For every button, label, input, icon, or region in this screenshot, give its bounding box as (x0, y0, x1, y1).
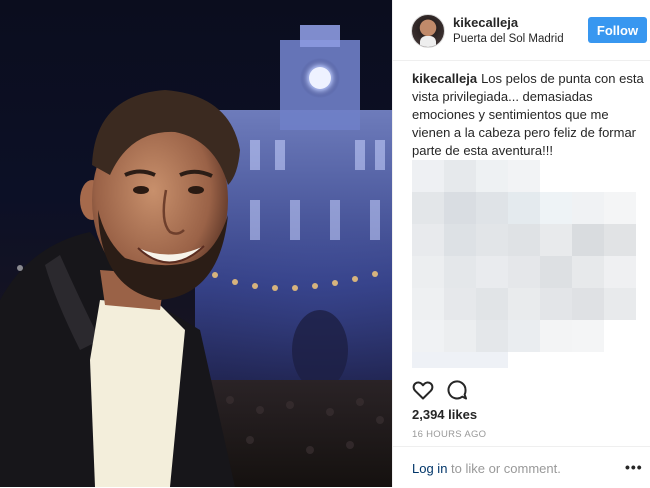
photo-illustration (0, 25, 392, 487)
location-link[interactable]: Puerta del Sol Madrid (453, 33, 564, 45)
login-prompt: Log in to like or comment. (412, 461, 561, 476)
instagram-post: kikecalleja Puerta del Sol Madrid Follow… (0, 0, 650, 487)
pixelated-region (412, 160, 638, 370)
post-footer: Log in to like or comment. ••• (393, 446, 650, 488)
heart-icon[interactable] (411, 378, 435, 402)
post-actions (411, 378, 531, 404)
username-link[interactable]: kikecalleja (453, 15, 518, 30)
login-link[interactable]: Log in (412, 461, 447, 476)
more-options-icon[interactable]: ••• (625, 459, 643, 475)
caption-username[interactable]: kikecalleja (412, 71, 477, 86)
login-prompt-text: to like or comment. (447, 461, 561, 476)
caption: kikecalleja Los pelos de punta con esta v… (412, 70, 648, 160)
post-photo[interactable] (0, 0, 392, 487)
avatar[interactable] (411, 14, 445, 48)
comment-icon[interactable] (445, 378, 469, 402)
post-header: kikecalleja Puerta del Sol Madrid Follow (393, 0, 650, 61)
likes-count[interactable]: 2,394 likes (412, 407, 477, 422)
post-side-panel: kikecalleja Puerta del Sol Madrid Follow… (392, 0, 650, 487)
follow-button[interactable]: Follow (588, 17, 647, 43)
post-timestamp[interactable]: 16 HOURS AGO (412, 429, 486, 440)
